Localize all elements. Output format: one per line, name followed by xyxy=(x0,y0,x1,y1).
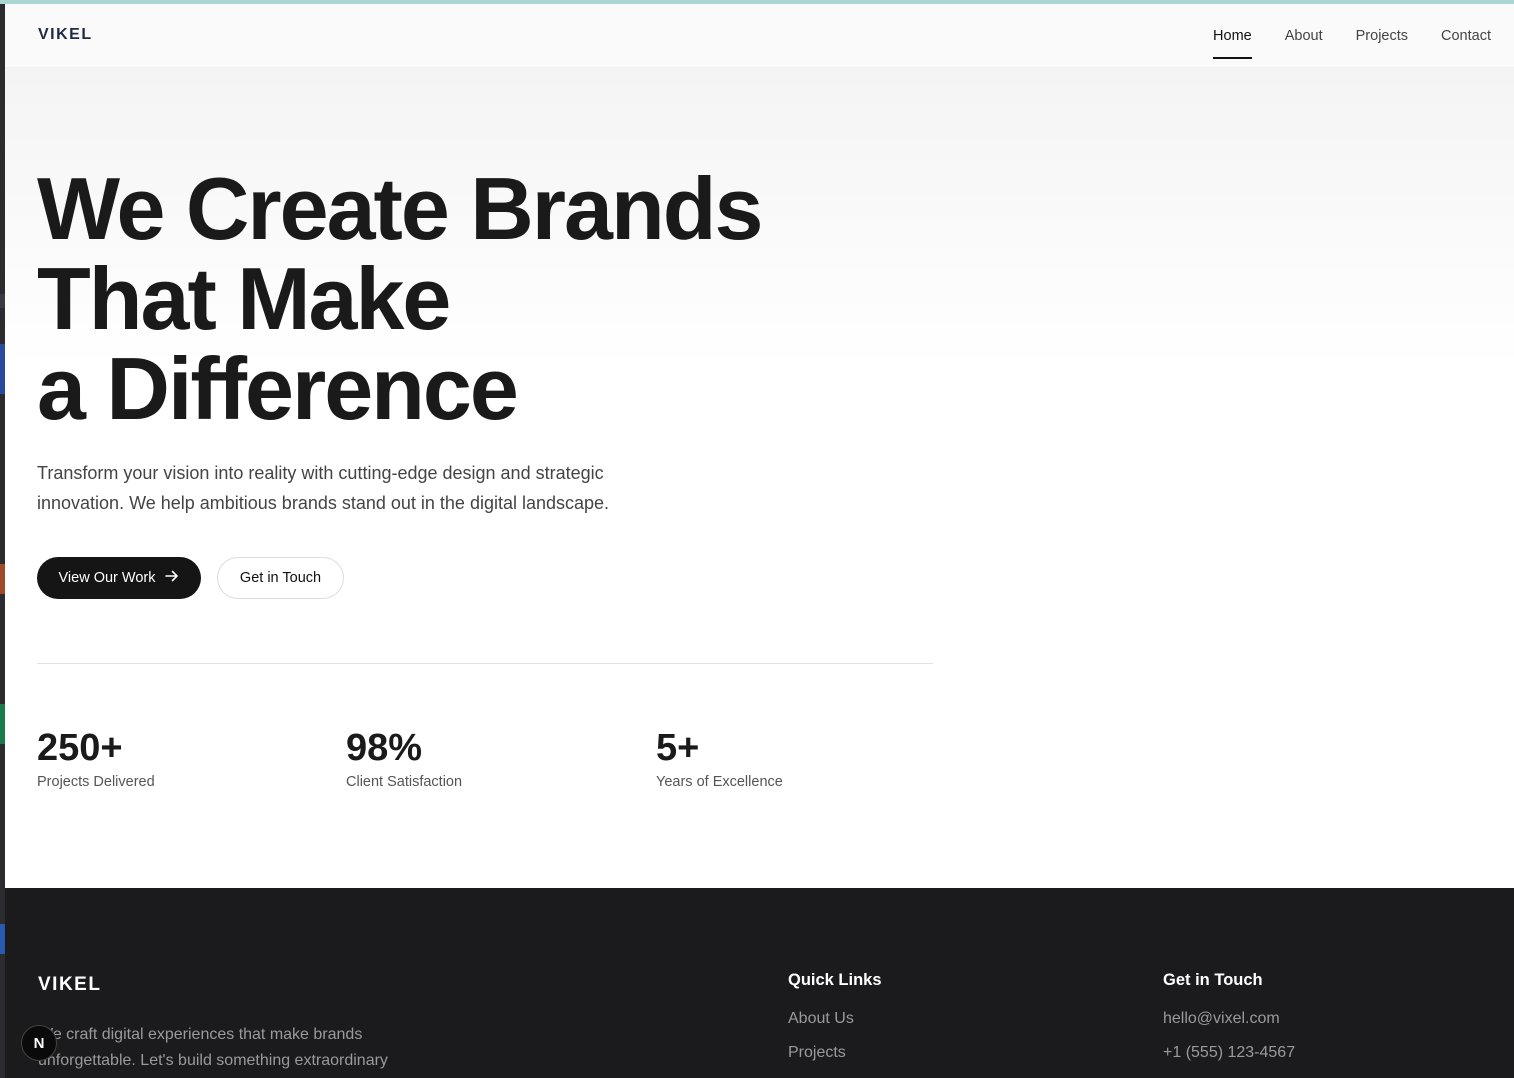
footer-logo[interactable]: VIKEL xyxy=(38,974,101,996)
nav-link-projects[interactable]: Projects xyxy=(1356,4,1408,68)
hero-subtitle: Transform your vision into reality with … xyxy=(37,463,610,513)
view-our-work-label: View Our Work xyxy=(58,570,156,586)
view-our-work-button[interactable]: View Our Work xyxy=(37,557,201,599)
headline-line-1: We Create Brands xyxy=(37,159,763,258)
nav-link-contact[interactable]: Contact xyxy=(1441,4,1491,68)
page: VIKEL Home About Projects Contact We Cre… xyxy=(5,4,1514,1078)
stat-satisfaction: 98% Client Satisfaction xyxy=(346,726,462,790)
arrow-right-icon xyxy=(165,570,179,586)
get-in-touch-button[interactable]: Get in Touch xyxy=(217,557,344,599)
dev-badge-label: N xyxy=(33,1034,45,1052)
navbar: VIKEL Home About Projects Contact xyxy=(5,4,1514,68)
footer-description: We craft digital experiences that make b… xyxy=(38,1026,388,1069)
stat-label: Projects Delivered xyxy=(37,774,155,790)
stat-label: Client Satisfaction xyxy=(346,774,463,790)
quick-links-heading: Quick Links xyxy=(788,971,882,989)
nav-link-home[interactable]: Home xyxy=(1213,4,1252,68)
logo[interactable]: VIKEL xyxy=(38,26,93,44)
contact-heading: Get in Touch xyxy=(1163,971,1263,989)
stat-projects: 250+ Projects Delivered xyxy=(37,726,155,790)
footer: VIKEL We craft digital experiences that … xyxy=(5,888,1514,1078)
footer-contact: Get in Touch hello@vixel.com +1 (555) 12… xyxy=(1163,971,1295,1078)
headline-line-2: That Make xyxy=(37,249,451,348)
headline-line-3: a Difference xyxy=(37,339,519,438)
footer-link-about[interactable]: About Us xyxy=(788,1010,882,1028)
footer-link-projects[interactable]: Projects xyxy=(788,1044,882,1062)
browser-frame: VIKEL Home About Projects Contact We Cre… xyxy=(0,0,1514,1078)
stat-value: 5+ xyxy=(656,727,700,769)
dev-tools-badge[interactable]: N xyxy=(21,1025,57,1061)
nav-links: Home About Projects Contact xyxy=(1213,4,1491,68)
get-in-touch-label: Get in Touch xyxy=(239,570,322,586)
contact-phone-link[interactable]: +1 (555) 123-4567 xyxy=(1163,1044,1295,1062)
stat-label: Years of Excellence xyxy=(656,774,783,790)
nav-link-about[interactable]: About xyxy=(1285,4,1323,68)
stat-years: 5+ Years of Excellence xyxy=(656,726,783,790)
footer-quick-links: Quick Links About Us Projects xyxy=(788,971,882,1078)
contact-email-link[interactable]: hello@vixel.com xyxy=(1163,1010,1295,1028)
stat-value: 250+ xyxy=(37,727,123,769)
stats-divider xyxy=(37,663,933,664)
stat-value: 98% xyxy=(346,727,423,769)
hero-headline: We Create Brands That Make a Difference xyxy=(37,164,937,434)
